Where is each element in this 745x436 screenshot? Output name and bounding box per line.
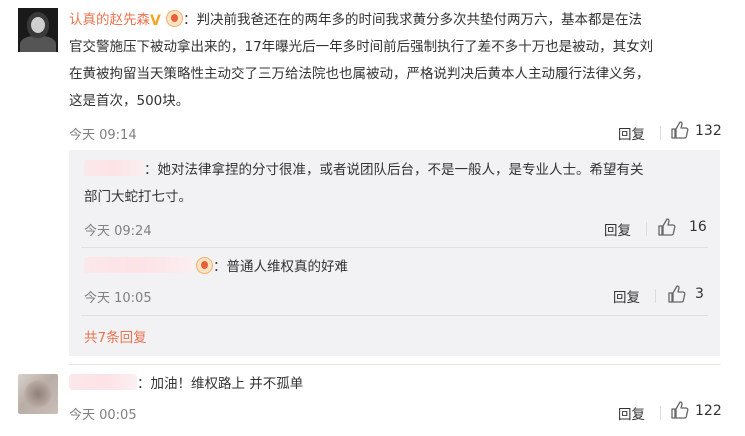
- comment-author[interactable]: [69, 374, 137, 390]
- reply-button[interactable]: 回复: [613, 286, 640, 306]
- thumbs-up-icon: [668, 285, 686, 303]
- comment-time: 今天 09:14: [69, 128, 137, 143]
- thumbs-up-icon: [671, 401, 689, 419]
- comment-time: 今天 00:05: [69, 408, 137, 423]
- divider: [81, 315, 708, 316]
- reply-text: ：普通人维权真的好难: [213, 259, 348, 275]
- thumbs-up-icon: [658, 218, 676, 236]
- more-replies-link[interactable]: 共7条回复: [84, 326, 147, 346]
- comment-text-line: 在黄被拘留当天策略性主动交了三万给法院也也属被动，严格说判决后黄本人主动履行法律…: [69, 66, 650, 82]
- action-divider: [660, 126, 661, 140]
- divider: [81, 247, 708, 248]
- like-count: 132: [695, 123, 722, 139]
- like-count: 122: [695, 403, 722, 419]
- comment-text: ：加油！维权路上 并不孤单: [137, 376, 304, 392]
- action-divider: [646, 222, 647, 236]
- reply-body: ：普通人维权真的好难: [84, 254, 714, 281]
- like-button[interactable]: [670, 120, 690, 144]
- reply-button[interactable]: 回复: [618, 123, 645, 143]
- comment-body: 认真的赵先森V ：判决前我爸还在的两年多的时间我求黄分多次共垫付两万六，基本都是在…: [69, 7, 729, 115]
- like-count: 16: [689, 219, 707, 235]
- comment-author[interactable]: 认真的赵先森: [69, 12, 150, 28]
- reply-author[interactable]: [84, 160, 144, 176]
- member-badge-icon[interactable]: [196, 257, 213, 274]
- action-divider: [655, 289, 656, 303]
- reply-time: 今天 10:05: [84, 291, 152, 306]
- reply-button[interactable]: 回复: [618, 403, 645, 423]
- reply-author[interactable]: [84, 257, 194, 273]
- reply-text-line: ：她对法律拿捏的分寸很准，或者说团队后台，不是一般人，是专业人士。希望有关: [144, 162, 644, 178]
- like-button[interactable]: [670, 400, 690, 424]
- like-button[interactable]: [667, 284, 687, 308]
- comment-body: ：加油！维权路上 并不孤单: [69, 371, 303, 398]
- reply-body: ：她对法律拿捏的分寸很准，或者说团队后台，不是一般人，是专业人士。希望有关 部门…: [84, 157, 714, 211]
- like-button[interactable]: [657, 217, 677, 241]
- reply-text-line: 部门大蛇打七寸。: [84, 189, 192, 205]
- comment-text-line: 官交警施压下被动拿出来的，17年曝光后一年多时间前后强制执行了差不多十万也是被动…: [69, 39, 654, 55]
- reply-button[interactable]: 回复: [604, 219, 631, 239]
- comment-text-line: ：判决前我爸还在的两年多的时间我求黄分多次共垫付两万六，基本都是在法: [183, 12, 642, 28]
- member-badge-icon[interactable]: [166, 10, 183, 27]
- avatar[interactable]: [18, 374, 58, 414]
- reply-time: 今天 09:24: [84, 224, 152, 239]
- like-count: 3: [695, 286, 704, 302]
- comment-separator: [69, 364, 721, 365]
- comment-text-line: 这是首次，500块。: [69, 93, 190, 109]
- reply-container: ：她对法律拿捏的分寸很准，或者说团队后台，不是一般人，是专业人士。希望有关 部门…: [69, 150, 720, 356]
- action-divider: [660, 406, 661, 420]
- verified-icon: V: [150, 13, 161, 29]
- avatar[interactable]: [18, 8, 58, 52]
- thumbs-up-icon: [671, 121, 689, 139]
